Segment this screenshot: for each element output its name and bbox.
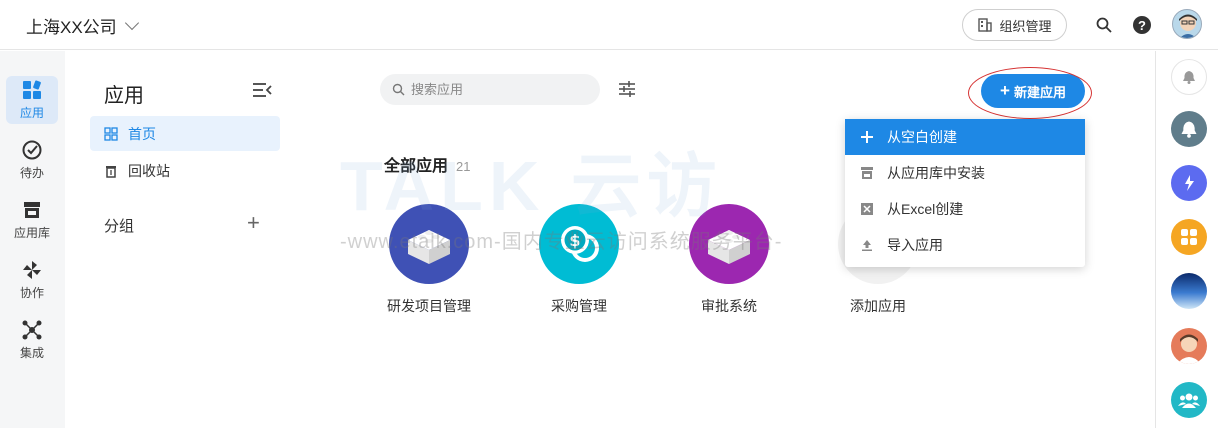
group-users-icon[interactable] <box>1171 382 1207 418</box>
sidebar-item-recycle-bin[interactable]: 回收站 <box>90 153 280 188</box>
pinwheel-icon <box>23 261 41 279</box>
app-sidebar: 应用 首页 回收站 分组 + <box>66 51 296 428</box>
menu-item-label: 导入应用 <box>887 237 943 253</box>
filter-settings-icon[interactable] <box>618 80 636 98</box>
nav-app-library-label: 应用库 <box>13 226 50 240</box>
add-group-icon[interactable]: + <box>247 212 260 234</box>
nav-collaboration-label: 协作 <box>19 286 44 300</box>
notification-bell-icon[interactable] <box>1171 59 1207 95</box>
search-input[interactable] <box>411 82 581 97</box>
left-nav: 应用 待办 应用库 协作 集成 <box>0 51 65 428</box>
menu-item-label: 从Excel创建 <box>887 201 964 217</box>
grid-app-icon[interactable] <box>1171 219 1207 255</box>
upload-icon <box>859 237 875 253</box>
user-avatar[interactable] <box>1171 328 1207 364</box>
nav-integration-label: 集成 <box>19 346 44 360</box>
nav-integration[interactable]: 集成 <box>6 316 58 364</box>
nav-todo-label: 待办 <box>19 166 44 180</box>
apps-icon <box>23 80 41 99</box>
app-icon <box>389 204 469 284</box>
nav-app-library[interactable]: 应用库 <box>6 196 58 244</box>
menu-item-install-from-library[interactable]: 从应用库中安装 <box>845 155 1085 191</box>
nav-collaboration[interactable]: 协作 <box>6 256 58 304</box>
nav-todo[interactable]: 待办 <box>6 136 58 184</box>
svg-text:$: $ <box>569 231 580 250</box>
app-name: 添加应用 <box>850 298 906 314</box>
sidebar-item-home[interactable]: 首页 <box>90 116 280 151</box>
search-icon <box>392 83 405 96</box>
help-icon[interactable]: ? <box>1131 14 1153 36</box>
top-bar: 上海XX公司 组织管理 ? <box>0 0 1218 50</box>
check-circle-icon <box>22 140 42 160</box>
company-name: 上海XX公司 <box>26 18 117 37</box>
bell-app-icon[interactable] <box>1171 111 1207 147</box>
coins-icon: $ <box>561 226 599 262</box>
brick-icon <box>708 230 750 264</box>
excel-icon <box>859 201 875 217</box>
building-icon <box>978 18 993 32</box>
menu-item-create-blank[interactable]: 从空白创建 <box>845 119 1085 155</box>
sidebar-item-label: 首页 <box>128 125 156 142</box>
new-app-button[interactable]: + 新建应用 <box>981 74 1085 108</box>
section-title-text: 全部应用 <box>384 158 449 175</box>
nav-apps-label: 应用 <box>19 106 44 120</box>
search-icon[interactable] <box>1093 14 1115 36</box>
sidebar-item-label: 回收站 <box>128 162 170 179</box>
section-title: 全部应用 21 <box>384 152 470 176</box>
sidebar-title: 应用 <box>104 85 144 107</box>
app-name: 审批系统 <box>701 298 757 314</box>
plus-icon <box>859 129 875 145</box>
org-management-button[interactable]: 组织管理 <box>962 9 1067 41</box>
company-switcher[interactable]: 上海XX公司 <box>26 13 139 38</box>
new-app-menu: 从空白创建 从应用库中安装 从Excel创建 导入应用 <box>845 119 1085 267</box>
brick-icon <box>408 230 450 264</box>
menu-item-import-app[interactable]: 导入应用 <box>845 227 1085 263</box>
org-button-label: 组织管理 <box>999 18 1052 34</box>
app-card[interactable]: 研发项目管理 <box>364 204 494 316</box>
app-card[interactable]: $ 采购管理 <box>514 204 644 316</box>
menu-item-label: 从应用库中安装 <box>887 165 985 181</box>
app-name: 采购管理 <box>551 298 607 314</box>
user-avatar[interactable] <box>1172 9 1202 39</box>
grid-icon <box>104 126 118 141</box>
new-app-label: 新建应用 <box>1013 84 1066 100</box>
menu-item-label: 从空白创建 <box>887 129 957 145</box>
earth-avatar[interactable] <box>1171 273 1207 309</box>
right-rail <box>1155 51 1218 428</box>
search-box[interactable] <box>380 74 600 105</box>
section-count: 21 <box>456 159 471 174</box>
app-card[interactable]: 审批系统 <box>664 204 794 316</box>
store-icon <box>24 202 40 218</box>
app-name: 研发项目管理 <box>387 298 471 314</box>
network-icon <box>22 320 42 340</box>
group-title: 分组 <box>104 218 135 235</box>
menu-item-create-from-excel[interactable]: 从Excel创建 <box>845 191 1085 227</box>
trash-icon <box>106 165 116 178</box>
magic-wand-icon[interactable] <box>1171 165 1207 201</box>
store-icon <box>859 165 875 181</box>
nav-apps[interactable]: 应用 <box>6 76 58 124</box>
plus-icon: + <box>1000 81 1010 100</box>
collapse-sidebar-icon[interactable] <box>252 81 272 99</box>
app-icon: $ <box>539 204 619 284</box>
app-icon <box>689 204 769 284</box>
chevron-down-icon <box>124 15 139 31</box>
